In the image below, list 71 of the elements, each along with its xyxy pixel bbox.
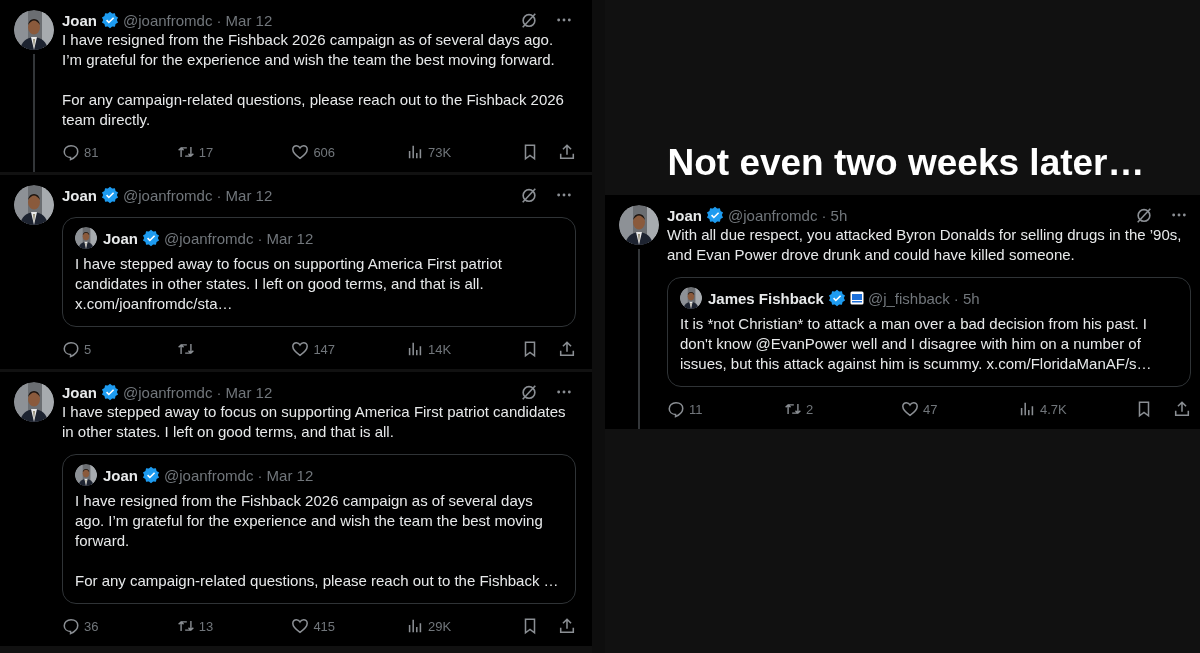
more-options-icon[interactable] — [556, 389, 572, 395]
reply-icon[interactable] — [667, 400, 685, 418]
stat-count: 2 — [806, 401, 814, 417]
reply-icon[interactable] — [62, 143, 80, 161]
post-text: I have resigned from the Fishback 2026 campaign as of several days ago. I’m grateful for the experience and wish the team the best moving forward. — [75, 491, 544, 551]
grok-icon[interactable] — [520, 383, 538, 401]
stat-count: 13 — [198, 618, 214, 634]
author-name[interactable]: Joan — [62, 186, 97, 204]
quoted-post[interactable] — [62, 454, 576, 604]
share-icon[interactable] — [558, 340, 576, 358]
post-link[interactable]: x.com/FloridaManAF/s… — [986, 355, 1152, 372]
author-name[interactable]: James Fishback — [708, 289, 824, 307]
post-time[interactable]: · Mar 12 — [216, 11, 273, 29]
author-name[interactable]: Joan — [103, 229, 138, 247]
author-name[interactable]: Joan — [62, 11, 97, 29]
user-handle[interactable]: @joanfromdc — [123, 11, 213, 29]
heart-icon[interactable] — [291, 143, 310, 161]
more-options-icon[interactable] — [556, 192, 572, 198]
share-icon[interactable] — [558, 143, 576, 161]
stat-count: 147 — [313, 341, 336, 357]
user-handle[interactable]: @joanfromdc — [728, 206, 818, 224]
stat-count: 5 — [84, 341, 92, 357]
stat-count: 36 — [84, 618, 99, 634]
post-time[interactable]: · Mar 12 — [257, 466, 314, 484]
reply-icon[interactable] — [62, 340, 80, 358]
views-icon[interactable] — [1018, 400, 1036, 418]
heart-icon[interactable] — [291, 617, 310, 635]
stat-count: 4.7K — [1040, 401, 1067, 417]
post-time[interactable]: · Mar 12 — [257, 229, 314, 247]
stat-count: 29K — [428, 618, 452, 634]
stat-count: 11 — [689, 401, 703, 417]
post-time[interactable]: · 5h — [953, 289, 980, 307]
stat-count: 81 — [84, 144, 99, 160]
author-name[interactable]: Joan — [103, 466, 138, 484]
user-handle[interactable]: @j_fishback — [867, 289, 950, 307]
heart-icon[interactable] — [291, 340, 310, 358]
stat-count: 73K — [428, 144, 452, 160]
grok-icon[interactable] — [520, 186, 538, 204]
post-link[interactable]: x.com/joanfromdc/sta… — [75, 295, 233, 312]
post-text: It is *not Christian* to attack a man over a bad decision from his past. I don't know @EvanPower well and I disagree with him on a number of issues, but this attack against him is scummy. x.com/FloridaManAF/s… — [680, 314, 1153, 374]
post-text: For any campaign-related questions, please reach out to the Fishback 2026 team directly. — [62, 90, 565, 130]
quoted-post[interactable]: Joan @joanfromdc · Mar 12 I have stepped away to focus on supporting America First patriot candidates in other states. I left on good terms, and that is all. x.com/joanfromdc/sta… — [62, 217, 576, 327]
post-time[interactable]: · Mar 12 — [216, 383, 273, 401]
post-time[interactable]: · 5h — [821, 206, 848, 224]
post-text: For any campaign-related questions, please reach out to the Fishback … — [75, 571, 560, 591]
post-text: I have resigned from the Fishback 2026 campaign as of several days ago. I’m grateful for the experience and wish the team the best moving forward. — [62, 30, 556, 70]
stat-count: 606 — [313, 144, 336, 160]
more-options-icon[interactable] — [556, 17, 572, 23]
caption-heading: Not even two weeks later… — [666, 141, 1146, 185]
stat-count: 17 — [198, 144, 214, 160]
user-handle[interactable]: @joanfromdc — [164, 466, 254, 484]
author-name[interactable]: Joan — [62, 383, 97, 401]
heart-icon[interactable] — [901, 400, 919, 418]
author-name[interactable]: Joan — [667, 206, 702, 224]
stat-count: 47 — [923, 401, 938, 417]
post-time[interactable]: · Mar 12 — [216, 186, 273, 204]
user-handle[interactable]: @joanfromdc — [123, 186, 213, 204]
share-icon[interactable] — [558, 617, 576, 635]
quoted-post[interactable] — [667, 277, 1191, 387]
more-options-icon[interactable] — [1171, 212, 1187, 218]
post-text: With all due respect, you attacked Byron Donalds for selling drugs in the ’90s, and Evan Power drove drunk and could have killed someone. — [667, 225, 1183, 265]
grok-icon[interactable] — [1135, 206, 1153, 224]
share-icon[interactable] — [1173, 400, 1191, 418]
grok-icon[interactable] — [520, 11, 538, 29]
reply-icon[interactable] — [62, 617, 80, 635]
user-handle[interactable]: @joanfromdc — [164, 229, 254, 247]
stat-count: 14K — [428, 341, 452, 357]
post-text: I have stepped away to focus on supporting America First patriot candidates in other states. I left on good terms, and that is all. x.com/joanfromdc/sta… — [75, 254, 503, 314]
user-handle[interactable]: @joanfromdc — [123, 383, 213, 401]
post-text: I have stepped away to focus on supporting America First patriot candidates in other states. I left on good terms, and that is all. — [62, 402, 567, 442]
stat-count: 415 — [313, 618, 336, 634]
